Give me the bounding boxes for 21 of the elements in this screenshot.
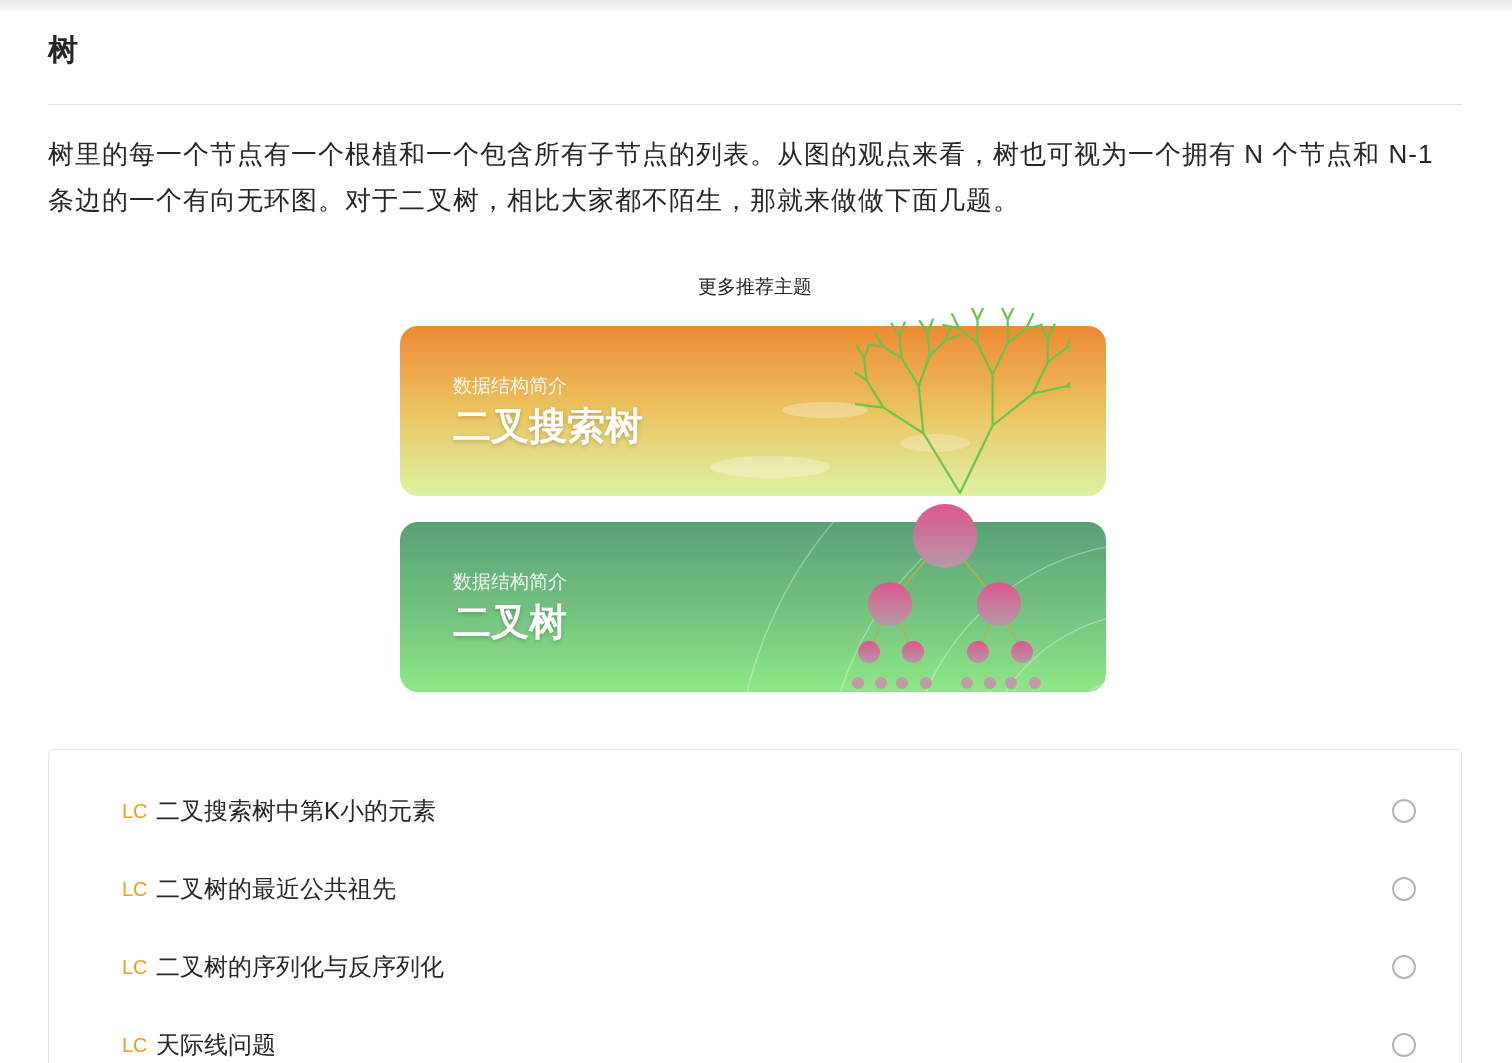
problem-title: 二叉树的最近公共祖先 bbox=[156, 874, 397, 904]
banner-title: 二叉树 bbox=[453, 599, 567, 645]
banner-subtitle: 数据结构简介 bbox=[453, 570, 567, 594]
problem-row[interactable]: LC 二叉树的最近公共祖先 bbox=[122, 850, 1416, 928]
problem-title: 二叉搜索树中第K小的元素 bbox=[156, 796, 437, 826]
problem-title: 二叉树的序列化与反序列化 bbox=[156, 952, 445, 982]
intro-paragraph: 树里的每一个节点有一个根植和一个包含所有子节点的列表。从图的观点来看，树也可视为一个拥有 N 个节点和 N-1 条边的一个有向无环图。对于二叉树，相比大家都不陌生，那就来做做下面几题。 bbox=[48, 138, 1435, 217]
banner-subtitle: 数据结构简介 bbox=[453, 374, 568, 398]
banner-title: 二叉搜索树 bbox=[453, 403, 643, 449]
topic-banner[interactable] bbox=[400, 522, 1106, 692]
source-tag: LC bbox=[122, 796, 156, 826]
source-tag: LC bbox=[122, 1030, 156, 1060]
problem-row[interactable]: LC 二叉搜索树中第K小的元素 bbox=[122, 772, 1416, 850]
topic-banner[interactable] bbox=[400, 326, 1106, 496]
page-title: 树 bbox=[48, 32, 79, 68]
problem-title: 天际线问题 bbox=[156, 1030, 277, 1060]
problem-row[interactable]: LC 天际线问题 bbox=[122, 1006, 1416, 1063]
source-tag: LC bbox=[122, 952, 156, 982]
source-tag: LC bbox=[122, 874, 156, 904]
problem-row[interactable]: LC 二叉树的序列化与反序列化 bbox=[122, 928, 1416, 1006]
recommend-caption: 更多推荐主题 bbox=[698, 275, 812, 299]
